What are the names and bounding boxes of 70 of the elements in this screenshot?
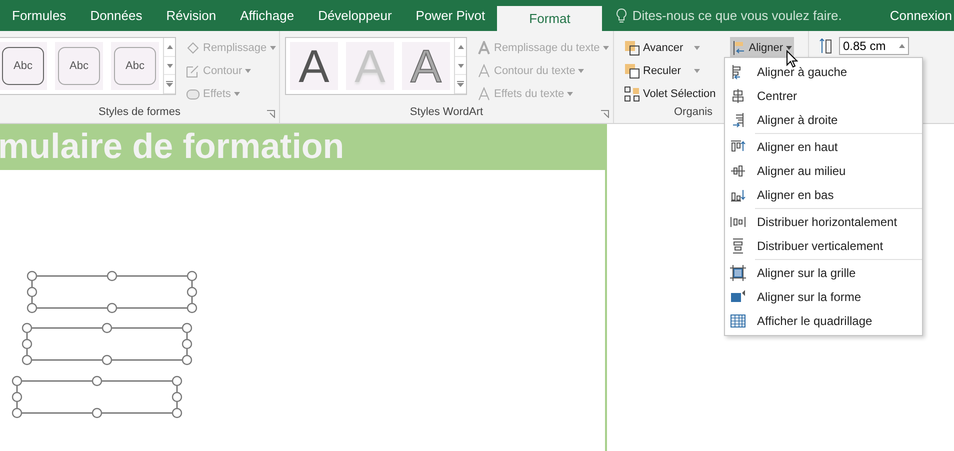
align-option-icon xyxy=(730,187,746,203)
caret-icon xyxy=(694,46,700,50)
letter-a-icon xyxy=(477,87,491,101)
menu-item[interactable]: Afficher le quadrillage xyxy=(725,309,922,333)
align-left-icon xyxy=(732,40,746,56)
selected-shape[interactable] xyxy=(22,322,192,366)
pencil-icon xyxy=(186,64,200,78)
menu-item[interactable]: Aligner sur la grille xyxy=(725,261,922,285)
selection-pane-icon xyxy=(624,86,640,102)
align-option-icon xyxy=(730,214,746,230)
dialog-launcher-icon[interactable] xyxy=(601,110,609,118)
caret-icon xyxy=(234,92,240,96)
caret-icon xyxy=(578,69,584,73)
group-label: Styles de formes xyxy=(98,106,180,118)
align-option-icon xyxy=(730,88,746,104)
expand-icon[interactable] xyxy=(457,81,464,88)
scroll-down-icon[interactable] xyxy=(166,64,172,68)
caret-icon xyxy=(567,92,574,96)
ribbon-button[interactable]: Volet Sélection xyxy=(622,83,718,105)
dialog-launcher-icon[interactable] xyxy=(267,110,275,118)
menu-item[interactable]: Distribuer horizontalement xyxy=(725,210,922,234)
shape-height-icon xyxy=(819,37,833,55)
caret-icon xyxy=(245,69,252,73)
ribbon-tab[interactable]: Formules xyxy=(0,0,78,31)
align-option-icon xyxy=(730,112,746,128)
spin-up-icon[interactable] xyxy=(899,44,905,48)
ribbon-tab[interactable]: Données xyxy=(78,0,154,31)
menu-item[interactable]: Aligner au milieu xyxy=(725,159,922,183)
shape-style-option[interactable]: Abc xyxy=(58,47,100,85)
align-option-icon xyxy=(730,163,746,179)
menu-item[interactable]: Aligner en haut xyxy=(725,135,922,159)
scroll-up-icon[interactable] xyxy=(166,44,172,49)
tell-me-field[interactable]: Dites-nous ce que vous voulez faire. xyxy=(632,8,842,23)
scroll-up-icon[interactable] xyxy=(458,44,464,49)
align-option-icon xyxy=(730,313,746,329)
align-option-icon xyxy=(730,265,746,281)
align-option-icon xyxy=(730,238,746,254)
caret-icon xyxy=(602,46,609,50)
height-field[interactable]: 0.85 cm xyxy=(839,37,909,55)
caret-icon xyxy=(270,46,276,50)
align-option-icon xyxy=(730,289,746,305)
menu-item[interactable]: Aligner sur la forme xyxy=(725,285,922,309)
selected-shape[interactable] xyxy=(26,270,198,314)
sheet-title: mulaire de formation xyxy=(0,127,344,167)
selected-shape[interactable] xyxy=(12,376,182,418)
shape-style-option[interactable]: Abc xyxy=(2,47,44,85)
send-backward-icon xyxy=(624,63,640,79)
ribbon-tab[interactable]: Power Pivot xyxy=(404,0,498,31)
menu-item[interactable]: Aligner en bas xyxy=(725,183,922,207)
ribbon-tab[interactable]: Format xyxy=(497,6,602,31)
shape-style-option[interactable]: Abc xyxy=(114,47,156,85)
letter-a-icon xyxy=(477,64,491,78)
menu-item[interactable]: Aligner à gauche xyxy=(725,60,922,84)
ribbon-tab[interactable]: Révision xyxy=(154,0,228,31)
scroll-down-icon[interactable] xyxy=(458,64,464,68)
bring-forward-icon xyxy=(624,40,640,56)
menu-item[interactable]: Aligner à droite xyxy=(725,108,922,132)
caret-icon xyxy=(694,69,700,73)
menu-item[interactable]: Centrer xyxy=(725,84,922,108)
expand-icon[interactable] xyxy=(166,81,173,88)
ribbon-tab[interactable]: Affichage xyxy=(228,0,306,31)
menu-item[interactable]: Distribuer verticalement xyxy=(725,234,922,258)
group-label: Organis xyxy=(674,106,713,118)
group-label: Styles WordArt xyxy=(410,106,484,118)
ribbon-tab[interactable]: Développeur xyxy=(306,0,404,31)
ribbon-button[interactable]: Reculer xyxy=(622,60,702,82)
letter-a-icon xyxy=(477,41,491,55)
ribbon-button[interactable]: Avancer xyxy=(622,37,702,59)
lightbulb-icon xyxy=(616,8,628,23)
sign-in-link[interactable]: Connexion xyxy=(890,0,954,31)
